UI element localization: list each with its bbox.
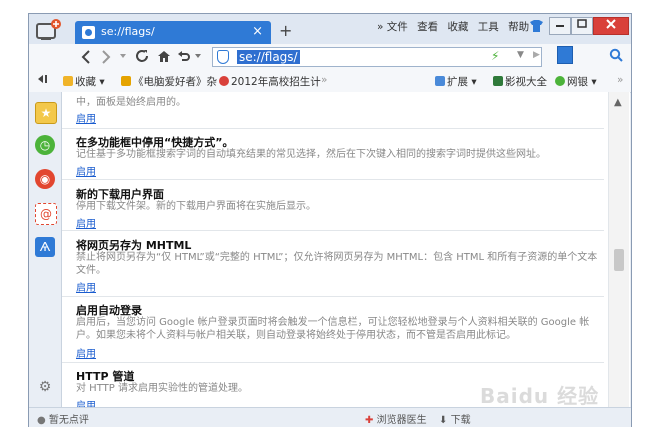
search-icon[interactable] bbox=[609, 48, 623, 62]
top-menu: » 文件 查看 收藏 工具 帮助 bbox=[377, 19, 535, 34]
new-tab-button[interactable]: + bbox=[279, 21, 292, 40]
flag-item: 在多功能框中停用“快捷方式”。 记住基于多功能框搜索字词的自动填充结果的常见选择… bbox=[62, 129, 604, 180]
sidebar-history-icon[interactable]: ◷ bbox=[35, 135, 55, 155]
minimize-button[interactable] bbox=[549, 17, 571, 35]
movies-button[interactable]: 影视大全 bbox=[493, 74, 547, 89]
menu-help[interactable]: 帮助 bbox=[508, 21, 529, 33]
menu-favorites[interactable]: 收藏 bbox=[447, 21, 468, 33]
undo-close-icon[interactable] bbox=[177, 49, 191, 63]
flag-enable-link[interactable]: 启用 bbox=[76, 397, 96, 407]
vertical-scrollbar[interactable]: ▲ bbox=[608, 92, 629, 407]
doctor-icon: ✚ bbox=[365, 415, 374, 426]
maximize-button[interactable] bbox=[571, 17, 593, 35]
sidebar-app-icon[interactable]: Ѧ bbox=[35, 237, 55, 257]
refresh-icon[interactable] bbox=[135, 49, 149, 63]
flag-description: 禁止将网页另存为“仅 HTML”或“完整的 HTML”；仅允许将网页另存为 MH… bbox=[76, 252, 598, 276]
flag-enable-link[interactable]: 启用 bbox=[76, 215, 96, 230]
flag-enable-link[interactable]: 启用 bbox=[76, 110, 96, 125]
star-icon bbox=[63, 76, 73, 86]
flags-page: 中，面板是始终启用的。 启用 在多功能框中停用“快捷方式”。 记住基于多功能框搜… bbox=[62, 92, 630, 407]
flag-enable-link[interactable]: 启用 bbox=[76, 163, 96, 178]
menu-tools[interactable]: 工具 bbox=[478, 21, 499, 33]
status-bar: ● 暂无点评 ✚ 浏览器医生 ⬇ 下载 bbox=[29, 407, 631, 427]
comment-icon: ● bbox=[37, 415, 46, 426]
extensions-button[interactable]: 扩展 ▾ bbox=[435, 74, 477, 89]
browser-doctor-button[interactable]: ✚ 浏览器医生 bbox=[365, 411, 427, 426]
security-shield-icon[interactable] bbox=[217, 50, 229, 64]
bookmark-toggle-icon[interactable] bbox=[37, 74, 49, 87]
back-icon[interactable] bbox=[81, 50, 91, 64]
tab-flags[interactable]: se://flags/ × bbox=[75, 21, 271, 44]
flag-item: 新的下载用户界面 停用下载文件架。新的下载用户界面将在实施后显示。 启用 bbox=[62, 180, 604, 231]
scroll-up-icon[interactable]: ▲ bbox=[614, 97, 622, 108]
menu-view[interactable]: 查看 bbox=[417, 21, 438, 33]
ebank-button[interactable]: 网银 ▾ bbox=[555, 74, 597, 89]
address-dropdown-icon[interactable]: ▼ bbox=[517, 50, 524, 60]
sidebar-favorites-icon[interactable]: ★ bbox=[35, 102, 57, 124]
title-bar: se://flags/ × + » 文件 查看 收藏 工具 帮助 bbox=[29, 14, 631, 44]
baidu-watermark: Baidu 经验 bbox=[480, 384, 600, 408]
toolbar-more[interactable]: » bbox=[617, 74, 623, 86]
flag-item: 启用自动登录 启用后，当您访问 Google 帐户登录页面时将会触发一个信息栏，… bbox=[62, 297, 604, 363]
tab-title: se://flags/ bbox=[101, 25, 155, 38]
scroll-thumb[interactable] bbox=[614, 249, 624, 271]
navigation-bar: se://flags/ ⚡ ▼ ▶ bbox=[29, 44, 631, 71]
browser-logo-icon[interactable] bbox=[35, 18, 63, 42]
flag-description: 停用下载文件架。新的下载用户界面将在实施后显示。 bbox=[76, 201, 316, 212]
magazine-icon bbox=[121, 76, 131, 86]
flag-description: 中，面板是始终启用的。 bbox=[76, 97, 186, 108]
comments-status[interactable]: ● 暂无点评 bbox=[37, 411, 89, 426]
bookmark-college-admission[interactable]: 2012年高校招生计 bbox=[219, 74, 321, 89]
address-input[interactable]: se://flags/ bbox=[237, 50, 300, 64]
sidebar-mail-icon[interactable]: @ bbox=[35, 203, 57, 225]
sidebar-weibo-icon[interactable]: ◉ bbox=[35, 169, 55, 189]
browser-window: se://flags/ × + » 文件 查看 收藏 工具 帮助 se://fl… bbox=[28, 13, 632, 427]
flag-description: 启用后，当您访问 Google 帐户登录页面时将会触发一个信息栏，可让您轻松地登… bbox=[76, 317, 590, 341]
bookmark-bar: 收藏 ▾ 《电脑爱好者》杂 2012年高校招生计 » 扩展 ▾ 影视大全 网银 … bbox=[29, 70, 631, 93]
forward-icon[interactable] bbox=[101, 50, 111, 64]
search-engine-icon[interactable] bbox=[557, 46, 573, 64]
undo-dropdown-icon[interactable] bbox=[194, 52, 202, 60]
bookmark-computer-lover[interactable]: 《电脑爱好者》杂 bbox=[121, 74, 217, 89]
flag-enable-link[interactable]: 启用 bbox=[76, 279, 96, 294]
tab-close-icon[interactable]: × bbox=[252, 24, 263, 39]
speed-mode-icon[interactable]: ⚡ bbox=[491, 49, 499, 63]
film-icon bbox=[493, 76, 503, 86]
bookmark-more[interactable]: » bbox=[321, 74, 327, 86]
tab-favicon-icon bbox=[82, 26, 95, 39]
bookmark-favorites[interactable]: 收藏 ▾ bbox=[63, 74, 105, 89]
go-icon[interactable]: ▶ bbox=[533, 50, 540, 60]
flag-enable-link[interactable]: 启用 bbox=[76, 345, 96, 360]
extensions-icon bbox=[435, 76, 445, 86]
forward-dropdown-icon[interactable] bbox=[119, 52, 127, 60]
sidebar: ★ ◷ ◉ @ Ѧ ⚙ bbox=[29, 92, 62, 407]
weibo-icon bbox=[219, 76, 229, 86]
close-window-button[interactable] bbox=[593, 17, 629, 35]
home-icon[interactable] bbox=[157, 49, 171, 63]
download-icon: ⬇ bbox=[439, 415, 448, 426]
flag-description: 记住基于多功能框搜索字词的自动填充结果的常见选择，然后在下次键入相同的搜索字词时… bbox=[76, 149, 546, 160]
flag-item: 将网页另存为 MHTML 禁止将网页另存为“仅 HTML”或“完整的 HTML”… bbox=[62, 231, 604, 297]
sidebar-settings-icon[interactable]: ⚙ bbox=[35, 377, 55, 397]
flag-item: 中，面板是始终启用的。 启用 bbox=[62, 92, 604, 129]
menu-file[interactable]: » 文件 bbox=[377, 21, 408, 33]
skin-icon[interactable] bbox=[529, 19, 544, 33]
download-button[interactable]: ⬇ 下载 bbox=[439, 411, 471, 426]
bank-icon bbox=[555, 76, 565, 86]
